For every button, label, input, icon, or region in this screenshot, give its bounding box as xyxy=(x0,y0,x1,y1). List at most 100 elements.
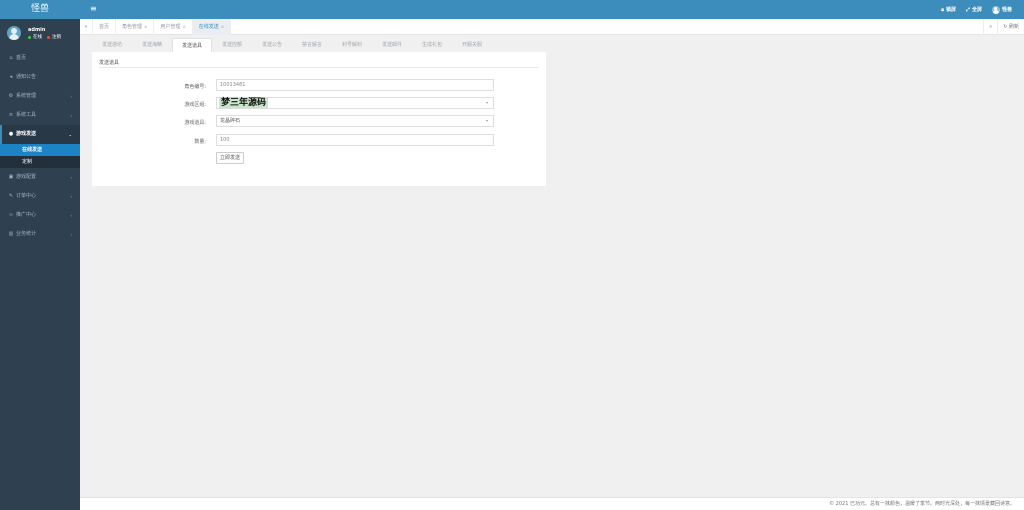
logout-dot-icon xyxy=(47,35,50,39)
lock-label: 锁屏 xyxy=(945,7,956,13)
user-status: 在线 注销 xyxy=(28,34,61,40)
tab-label: 在线发送 xyxy=(198,24,219,30)
chart-icon: ▥ xyxy=(8,231,14,237)
sidebar-item-stats[interactable]: ▥ 业务统计 ‹ xyxy=(0,225,80,244)
user-name: admin xyxy=(28,27,46,33)
tab-label: 角色管理 xyxy=(122,24,143,30)
top-right-menu: 🔒︎ 锁屏 ⤢ 全屏 怪兽 xyxy=(941,0,1012,19)
tabs-right-controls: » ↻ 刷新 xyxy=(983,19,1024,35)
refresh-button[interactable]: ↻ 刷新 xyxy=(997,19,1024,35)
role-id-field[interactable]: 10013481 xyxy=(216,79,494,91)
avatar xyxy=(991,5,1000,14)
cube-icon: ▣ xyxy=(8,174,14,180)
sidebar-subitem-online-send[interactable]: 在线发送 xyxy=(0,144,80,156)
fullscreen-label: 全屏 xyxy=(971,7,982,13)
refresh-icon: ↻ xyxy=(1003,24,1008,30)
main-content: 发送游坊 发送海精 发送道具 发送控额 发送公告 禁言解言 封号解封 发送邮件 … xyxy=(80,35,1024,497)
sidebar-menu: ⌂ 首页 ◂ 通知公告 ⚙ 系统管理 ‹ ≡ 系统工具 ‹ ● 游戏发送 ⌄ 在… xyxy=(0,49,80,244)
online-dot-icon xyxy=(28,35,31,39)
refresh-label: 刷新 xyxy=(1008,24,1019,30)
sidebar-item-label: 通知公告 xyxy=(16,74,37,80)
subtab-6[interactable]: 封号解封 xyxy=(332,38,372,52)
sidebar-item-label: 游戏配置 xyxy=(16,174,37,180)
subtab-8[interactable]: 生成礼包 xyxy=(412,38,452,52)
sidebar-subitem-custom[interactable]: 定制 xyxy=(0,156,80,168)
sidebar-item-tools[interactable]: ≡ 系统工具 ‹ xyxy=(0,106,80,125)
subtab-1[interactable]: 发送海精 xyxy=(132,38,172,52)
lock-screen-button[interactable]: 🔒︎ 锁屏 xyxy=(941,6,956,14)
chevron-left-icon: ‹ xyxy=(70,194,72,199)
top-navbar: ≡ 🔒︎ 锁屏 ⤢ 全屏 怪兽 xyxy=(80,0,1024,19)
tabs-scroll-left-icon[interactable]: « xyxy=(80,19,93,35)
quantity-field[interactable]: 100 xyxy=(216,134,494,146)
sidebar-item-game-config[interactable]: ▣ 游戏配置 ‹ xyxy=(0,168,80,187)
tabs-scroll-right-icon[interactable]: » xyxy=(983,19,997,35)
fullscreen-button[interactable]: ⤢ 全屏 xyxy=(965,6,982,14)
logout-link[interactable]: 注销 xyxy=(52,34,61,40)
pencil-icon: ✎ xyxy=(8,193,14,199)
user-panel: admin 在线 注销 xyxy=(0,19,80,49)
sidebar-item-orders[interactable]: ✎ 订单中心 ‹ xyxy=(0,187,80,206)
page-tabs-bar: « 首页 角色管理 ⊗ 用户管理 ⊗ 在线发送 ⊗ » ↻ 刷新 xyxy=(80,19,1024,35)
gamepad-icon: ● xyxy=(8,131,14,137)
online-label: 在线 xyxy=(33,35,42,40)
sidebar: 怪兽 admin 在线 注销 ⌂ 首页 ◂ 通知公告 ⚙ 系统管理 ‹ ≡ 系统… xyxy=(0,0,80,510)
tab-user-manage[interactable]: 用户管理 ⊗ xyxy=(154,19,193,35)
bars-icon: ≡ xyxy=(8,112,14,118)
item-selected-value: 龙晶碎石 xyxy=(220,118,241,124)
user-menu-label: 怪兽 xyxy=(1001,7,1012,13)
page-tabs: 首页 角色管理 ⊗ 用户管理 ⊗ 在线发送 ⊗ xyxy=(93,19,232,35)
chevron-left-icon: ‹ xyxy=(70,213,72,218)
quantity-value: 100 xyxy=(220,137,230,143)
sidebar-item-system[interactable]: ⚙ 系统管理 ‹ xyxy=(0,87,80,106)
user-menu[interactable]: 怪兽 xyxy=(991,5,1012,14)
subtab-9[interactable]: 开服关服 xyxy=(452,38,492,52)
subtab-3[interactable]: 发送控额 xyxy=(212,38,252,52)
chevron-down-icon: ▾ xyxy=(485,118,488,123)
send-item-panel: 发送道具 角色编号: 10013481 游戏区组: 梦三年源码 ▾ 游戏道具: … xyxy=(92,52,546,186)
tab-label: 首页 xyxy=(99,24,110,30)
expand-icon: ⤢ xyxy=(965,6,970,13)
subtab-7[interactable]: 发送邮件 xyxy=(372,38,412,52)
sidebar-item-label: 系统管理 xyxy=(16,93,37,99)
subtab-0[interactable]: 发送游坊 xyxy=(92,38,132,52)
chevron-left-icon: ‹ xyxy=(70,94,72,99)
tab-home[interactable]: 首页 xyxy=(93,19,117,35)
subtab-4[interactable]: 发送公告 xyxy=(252,38,292,52)
submit-button[interactable]: 立即发送 xyxy=(216,152,244,164)
sidebar-item-promo[interactable]: ∞ 推广中心 ‹ xyxy=(0,206,80,225)
chevron-down-icon: ▾ xyxy=(485,100,488,105)
chevron-left-icon: ‹ xyxy=(70,232,72,237)
sub-tabs: 发送游坊 发送海精 发送道具 发送控额 发送公告 禁言解言 封号解封 发送邮件 … xyxy=(92,38,492,52)
panel-title: 发送道具 xyxy=(99,60,120,66)
item-select[interactable]: 龙晶碎石 ▾ xyxy=(216,115,494,127)
chevron-down-icon: ⌄ xyxy=(68,132,72,137)
close-icon[interactable]: ⊗ xyxy=(144,24,147,29)
close-icon[interactable]: ⊗ xyxy=(182,24,185,29)
chevron-left-icon: ‹ xyxy=(70,113,72,118)
divider xyxy=(99,67,539,68)
tab-online-send[interactable]: 在线发送 ⊗ xyxy=(192,19,232,35)
sidebar-item-game-send[interactable]: ● 游戏发送 ⌄ xyxy=(0,125,80,144)
tab-label: 用户管理 xyxy=(160,24,181,30)
link-icon: ∞ xyxy=(8,212,14,218)
sidebar-item-home[interactable]: ⌂ 首页 xyxy=(0,49,80,68)
chevron-left-icon: ‹ xyxy=(70,175,72,180)
server-selected-value: 梦三年源码 xyxy=(219,98,269,108)
close-icon[interactable]: ⊗ xyxy=(221,24,224,29)
sidebar-item-notice[interactable]: ◂ 通知公告 xyxy=(0,68,80,87)
subtab-send-item[interactable]: 发送道具 xyxy=(172,38,212,52)
sidebar-item-label: 订单中心 xyxy=(16,193,37,199)
server-select[interactable]: 梦三年源码 ▾ xyxy=(216,97,494,109)
sidebar-item-label: 游戏发送 xyxy=(16,131,37,137)
role-id-value: 10013481 xyxy=(220,82,246,88)
tab-role-manage[interactable]: 角色管理 ⊗ xyxy=(116,19,155,35)
quantity-label: 数量: xyxy=(194,139,206,145)
avatar[interactable] xyxy=(7,26,21,40)
item-label: 游戏道具: xyxy=(184,120,206,126)
sidebar-item-label: 系统工具 xyxy=(16,112,37,118)
subtab-5[interactable]: 禁言解言 xyxy=(292,38,332,52)
app-logo[interactable]: 怪兽 xyxy=(0,0,80,19)
footer: © 2021 已功元。总有一抹颜色，温暖了季节。两时光深处，每一抹情景藏回诗意。 xyxy=(80,497,1024,510)
menu-toggle-icon[interactable]: ≡ xyxy=(90,5,97,13)
